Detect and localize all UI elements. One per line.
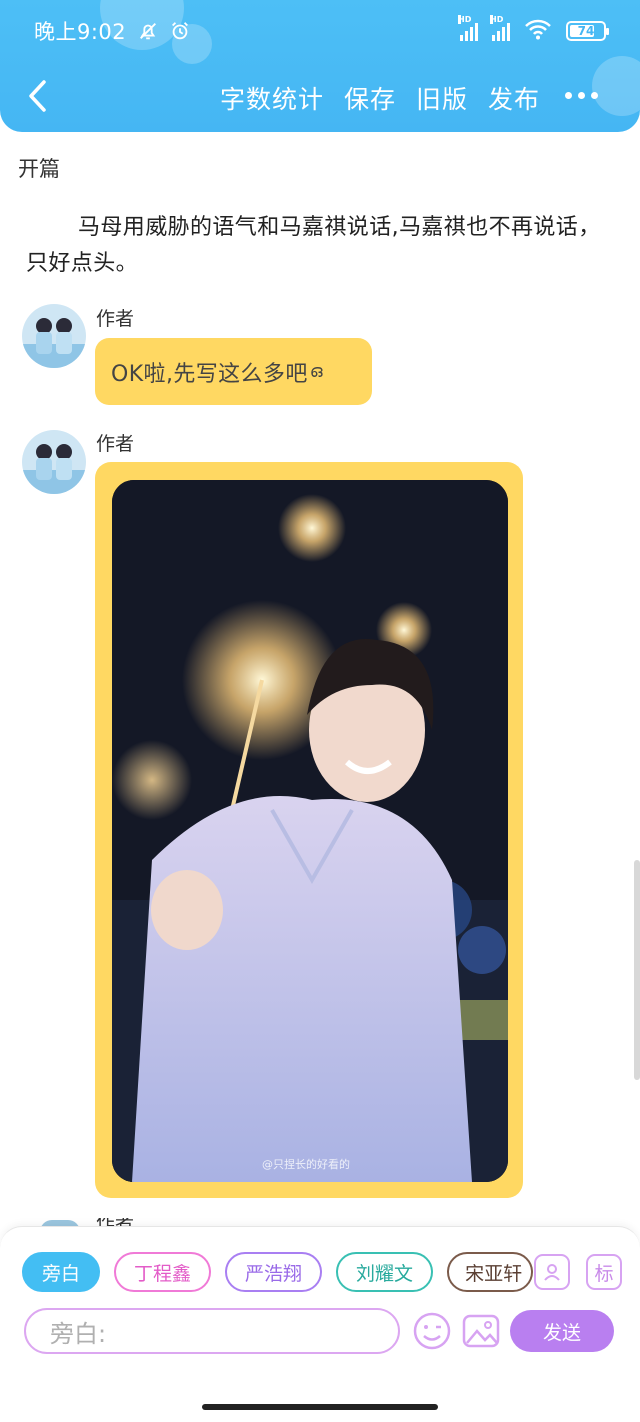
hd-signal-icon: HD bbox=[458, 15, 478, 41]
image-watermark: @只捏长的好看的 bbox=[262, 1158, 350, 1171]
decor-bubble bbox=[592, 56, 640, 116]
photo-illustration bbox=[112, 480, 508, 1182]
avatar[interactable] bbox=[22, 304, 86, 368]
chevron-left-icon bbox=[29, 80, 46, 112]
image-message-bubble[interactable]: @只捏长的好看的 bbox=[95, 462, 523, 1198]
home-indicator[interactable] bbox=[202, 1404, 438, 1410]
status-icons: HD HD 74 bbox=[458, 15, 609, 44]
save-button[interactable]: 保存 bbox=[344, 80, 396, 116]
narration-text: 马母用威胁的语气和马嘉祺说话,马嘉祺也不再说话，只好点头。 bbox=[26, 215, 601, 276]
author-name: 作者 bbox=[96, 308, 135, 330]
message-bubble[interactable]: OK啦,先写这么多吧 ഒ bbox=[95, 338, 372, 405]
role-chip-ding-chengxin[interactable]: 丁程鑫 bbox=[114, 1252, 212, 1292]
mute-bell-icon bbox=[137, 20, 159, 47]
chapter-title: 开篇 bbox=[18, 157, 60, 181]
battery-icon: 74 bbox=[566, 21, 609, 41]
message-text: OK啦,先写这么多吧 bbox=[111, 361, 308, 387]
app-root: 晚上9:02 HD HD 74 字数统计 保存 旧版 发布 开篇 马母用威胁的语… bbox=[0, 0, 640, 1422]
role-chip-song-yaxuan[interactable]: 宋亚轩 bbox=[447, 1252, 534, 1292]
send-button[interactable]: 发送 bbox=[510, 1310, 614, 1352]
back-button[interactable] bbox=[20, 78, 56, 114]
old-version-button[interactable]: 旧版 bbox=[416, 80, 468, 116]
top-header: 晚上9:02 HD HD 74 字数统计 保存 旧版 发布 bbox=[0, 0, 640, 132]
battery-level: 74 bbox=[577, 24, 595, 38]
message-input[interactable]: 旁白: bbox=[24, 1308, 400, 1354]
scrollbar[interactable] bbox=[634, 860, 640, 1080]
status-time-text: 晚上9:02 bbox=[34, 20, 127, 44]
hd-signal-icon: HD bbox=[490, 15, 510, 41]
role-chip-list: 旁白 丁程鑫 严浩翔 刘耀文 宋亚轩 bbox=[22, 1252, 534, 1292]
avatar[interactable] bbox=[22, 430, 86, 494]
tag-button[interactable]: 标 bbox=[586, 1254, 622, 1290]
wifi-icon bbox=[524, 18, 552, 44]
header-actions: 字数统计 保存 旧版 发布 bbox=[220, 80, 540, 116]
message-emoji: ഒ bbox=[309, 361, 324, 382]
role-chip-narrator[interactable]: 旁白 bbox=[22, 1252, 101, 1292]
more-dots-icon[interactable] bbox=[565, 92, 598, 99]
author-name: 作者 bbox=[96, 433, 135, 455]
photo[interactable]: @只捏长的好看的 bbox=[112, 480, 508, 1182]
character-card-icon[interactable] bbox=[534, 1254, 570, 1290]
publish-button[interactable]: 发布 bbox=[488, 80, 540, 116]
input-placeholder: 旁白: bbox=[50, 1319, 107, 1348]
role-chip-liu-yaowen[interactable]: 刘耀文 bbox=[336, 1252, 434, 1292]
role-chip-yan-haoxiang[interactable]: 严浩翔 bbox=[225, 1252, 323, 1292]
emoji-icon[interactable] bbox=[412, 1311, 452, 1351]
word-count-button[interactable]: 字数统计 bbox=[220, 80, 324, 116]
alarm-icon bbox=[169, 20, 191, 47]
image-icon[interactable] bbox=[462, 1313, 500, 1349]
status-time: 晚上9:02 bbox=[34, 16, 191, 47]
